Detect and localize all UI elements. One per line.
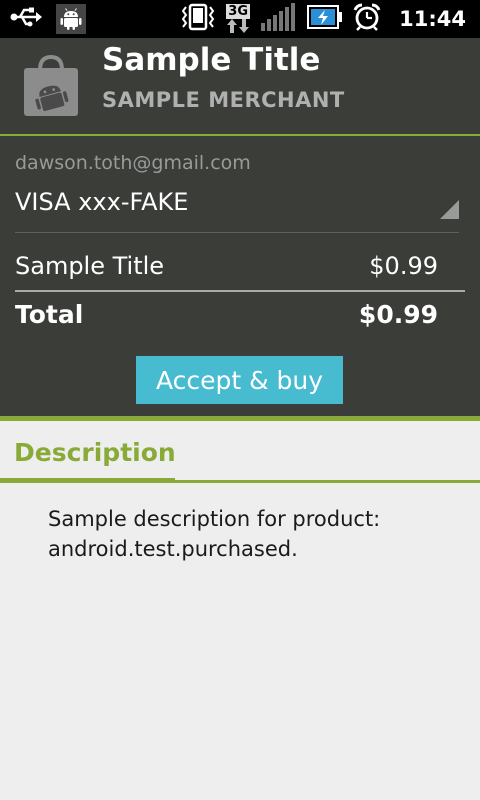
status-time: 11:44 <box>399 7 466 31</box>
status-bar-notifications <box>10 4 86 34</box>
product-title: Sample Title <box>102 42 321 78</box>
accept-and-buy-button[interactable]: Accept & buy <box>136 356 343 404</box>
signal-icon <box>261 3 297 35</box>
status-bar-system: 3G 11:44 <box>181 3 466 35</box>
spinner-arrow-icon[interactable] <box>440 200 459 219</box>
3g-icon: 3G <box>225 4 251 34</box>
status-bar: 3G 11:44 <box>0 0 480 38</box>
android-debug-icon <box>56 4 86 34</box>
line-item-price: $0.99 <box>369 252 438 280</box>
tab-bar-rule <box>175 480 480 483</box>
merchant-name: SAMPLE MERCHANT <box>102 88 345 112</box>
payment-method-spinner[interactable]: VISA xxx-FAKE <box>15 188 188 216</box>
account-email: dawson.toth@gmail.com <box>15 152 251 174</box>
alarm-icon <box>353 3 381 35</box>
total-label: Total <box>15 300 84 329</box>
total-value: $0.99 <box>358 300 438 329</box>
vibrate-icon <box>181 3 215 35</box>
product-description: Sample description for product: android.… <box>48 507 381 561</box>
total-divider <box>15 290 465 292</box>
tab-description[interactable]: Description <box>14 438 176 467</box>
payment-divider <box>15 232 459 233</box>
usb-icon <box>10 7 42 31</box>
3g-label: 3G <box>226 4 250 19</box>
market-bag-icon <box>22 54 80 118</box>
panel-divider <box>0 416 480 421</box>
battery-charging-icon <box>307 4 343 34</box>
checkout-panel: dawson.toth@gmail.com VISA xxx-FAKE Samp… <box>0 136 480 416</box>
purchase-header: Sample Title SAMPLE MERCHANT <box>0 38 480 134</box>
line-item-name: Sample Title <box>15 252 165 280</box>
tab-description-indicator <box>0 478 175 483</box>
